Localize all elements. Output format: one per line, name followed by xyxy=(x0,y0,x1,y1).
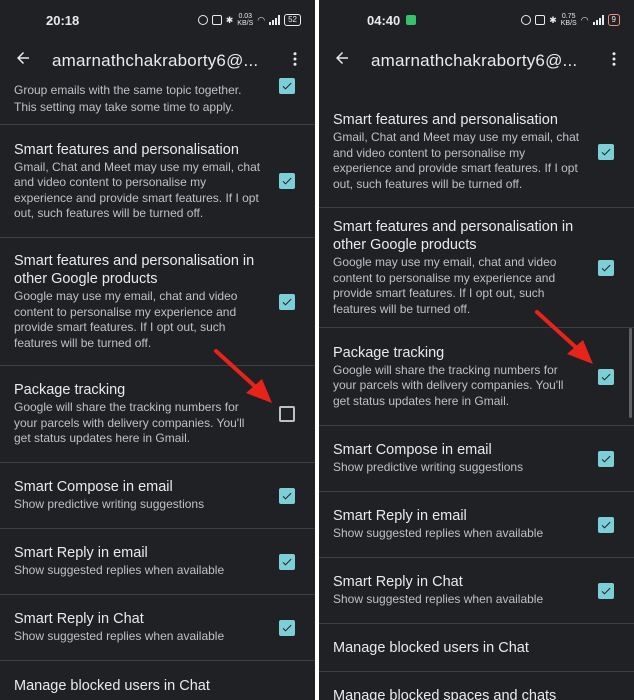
list-item-smart-reply-email[interactable]: Smart Reply in email Show suggested repl… xyxy=(319,492,634,558)
account-title: amarnathchakraborty6@... xyxy=(371,51,578,70)
item-title: Manage blocked users in Chat xyxy=(14,678,210,694)
red-arrow-annotation xyxy=(214,349,272,403)
item-subtitle: Google will share the tracking numbers f… xyxy=(14,400,245,446)
settings-list: Smart features and personalisation Gmail… xyxy=(319,96,634,700)
item-title: Smart Compose in email xyxy=(14,479,173,496)
item-title: Manage blocked users in Chat xyxy=(333,639,529,656)
status-icons: ✱ 0.75 KB/S ◠ 9 xyxy=(521,13,620,27)
app-toolbar: amarnathchakraborty6@... xyxy=(319,40,634,82)
item-title: Smart Compose in email xyxy=(333,442,492,459)
item-subtitle: Google may use my email, chat and video … xyxy=(14,289,238,350)
bluetooth-icon: ✱ xyxy=(225,14,234,25)
vibrate-icon xyxy=(211,15,222,25)
item-title: Smart features and personalisation in ot… xyxy=(333,219,574,253)
more-vert-icon[interactable] xyxy=(285,50,305,73)
left-screenshot: 20:18 ✱ 0.03 KB/S ◠ 52 amarnathchakrabort… xyxy=(0,0,315,700)
checkbox[interactable] xyxy=(598,582,614,599)
item-subtitle: Gmail, Chat and Meet may use my email, c… xyxy=(14,159,261,221)
status-bar: 20:18 ✱ 0.03 KB/S ◠ 52 xyxy=(0,0,315,40)
item-subtitle: Gmail, Chat and Meet may use my email, c… xyxy=(333,130,580,191)
list-item-blocked-users[interactable]: Manage blocked users in Chat xyxy=(0,661,315,700)
wifi-icon: ◠ xyxy=(580,14,589,25)
item-subtitle: Show predictive writing suggestions xyxy=(333,460,524,475)
item-subtitle: Show predictive writing suggestions xyxy=(14,497,205,512)
back-arrow-icon[interactable] xyxy=(14,49,42,73)
list-item-smart-features[interactable]: Smart features and personalisation Gmail… xyxy=(319,96,634,208)
more-vert-icon[interactable] xyxy=(604,50,624,73)
partial-line-1: Group emails with the same topic togethe… xyxy=(14,83,242,97)
checkbox[interactable] xyxy=(598,516,614,533)
item-subtitle: Show suggested replies when available xyxy=(333,526,544,541)
partial-line-2: This setting may take some time to apply… xyxy=(14,99,234,114)
list-item-smart-features[interactable]: Smart features and personalisation Gmail… xyxy=(0,125,315,238)
status-bar: 04:40 ✱ 0.75 KB/S ◠ 9 xyxy=(319,0,634,40)
item-subtitle: Google will share the tracking numbers f… xyxy=(333,362,564,408)
wifi-icon: ◠ xyxy=(257,14,266,25)
list-item-smart-reply-chat[interactable]: Smart Reply in Chat Show suggested repli… xyxy=(0,595,315,661)
status-time: 20:18 xyxy=(46,12,80,28)
checkbox-unchecked[interactable] xyxy=(279,406,295,422)
network-speed: 0.03 KB/S xyxy=(237,13,254,27)
status-icons: ✱ 0.03 KB/S ◠ 52 xyxy=(197,13,301,27)
back-arrow-icon[interactable] xyxy=(333,49,361,73)
item-title: Manage blocked spaces and chats xyxy=(333,688,557,700)
item-subtitle: Show suggested replies when available xyxy=(333,592,544,607)
item-subtitle: Show suggested replies when available xyxy=(14,629,225,644)
item-title: Smart Reply in email xyxy=(333,508,467,525)
red-arrow-annotation xyxy=(535,310,593,364)
list-item-blocked-spaces[interactable]: Manage blocked spaces and chats xyxy=(319,672,634,700)
checkbox[interactable] xyxy=(279,487,295,504)
checkbox[interactable] xyxy=(598,450,614,467)
signal-icon xyxy=(592,15,604,25)
scrollbar[interactable] xyxy=(629,328,632,418)
checkbox[interactable] xyxy=(598,143,614,160)
checkbox[interactable] xyxy=(279,293,295,310)
notification-icon xyxy=(406,15,417,25)
item-title: Smart features and personalisation xyxy=(333,112,558,128)
signal-icon xyxy=(269,15,281,25)
status-time: 04:40 xyxy=(367,12,401,28)
checkbox[interactable] xyxy=(598,259,614,276)
item-title: Smart features and personalisation xyxy=(14,141,239,158)
checkbox[interactable] xyxy=(279,619,295,636)
list-item-smart-compose[interactable]: Smart Compose in email Show predictive w… xyxy=(319,426,634,492)
list-item-conversation-view[interactable]: Group emails with the same topic togethe… xyxy=(0,74,315,125)
list-item-smart-reply-email[interactable]: Smart Reply in email Show suggested repl… xyxy=(0,529,315,595)
vibrate-icon xyxy=(535,15,546,25)
alarm-icon xyxy=(521,15,532,25)
bluetooth-icon: ✱ xyxy=(549,14,557,25)
right-screenshot: 04:40 ✱ 0.75 KB/S ◠ 9 amarnathchakraborty… xyxy=(319,0,634,700)
item-title: Smart Reply in Chat xyxy=(14,611,144,628)
network-speed: 0.75 KB/S xyxy=(560,13,577,27)
list-item-blocked-users[interactable]: Manage blocked users in Chat xyxy=(319,624,634,672)
checkbox[interactable] xyxy=(279,553,295,570)
list-item-smart-reply-chat[interactable]: Smart Reply in Chat Show suggested repli… xyxy=(319,558,634,624)
item-title: Smart Reply in Chat xyxy=(333,574,463,591)
item-title: Smart Reply in email xyxy=(14,545,148,562)
list-item-smart-compose[interactable]: Smart Compose in email Show predictive w… xyxy=(0,463,315,529)
alarm-icon xyxy=(197,15,208,25)
battery-icon: 9 xyxy=(607,14,620,26)
account-title: amarnathchakraborty6@... xyxy=(52,51,259,70)
checkbox[interactable] xyxy=(279,77,295,94)
checkbox[interactable] xyxy=(279,173,295,189)
item-title: Smart features and personalisation in ot… xyxy=(14,253,255,287)
battery-icon: 52 xyxy=(284,14,301,26)
item-subtitle: Show suggested replies when available xyxy=(14,563,225,578)
checkbox[interactable] xyxy=(598,368,614,385)
